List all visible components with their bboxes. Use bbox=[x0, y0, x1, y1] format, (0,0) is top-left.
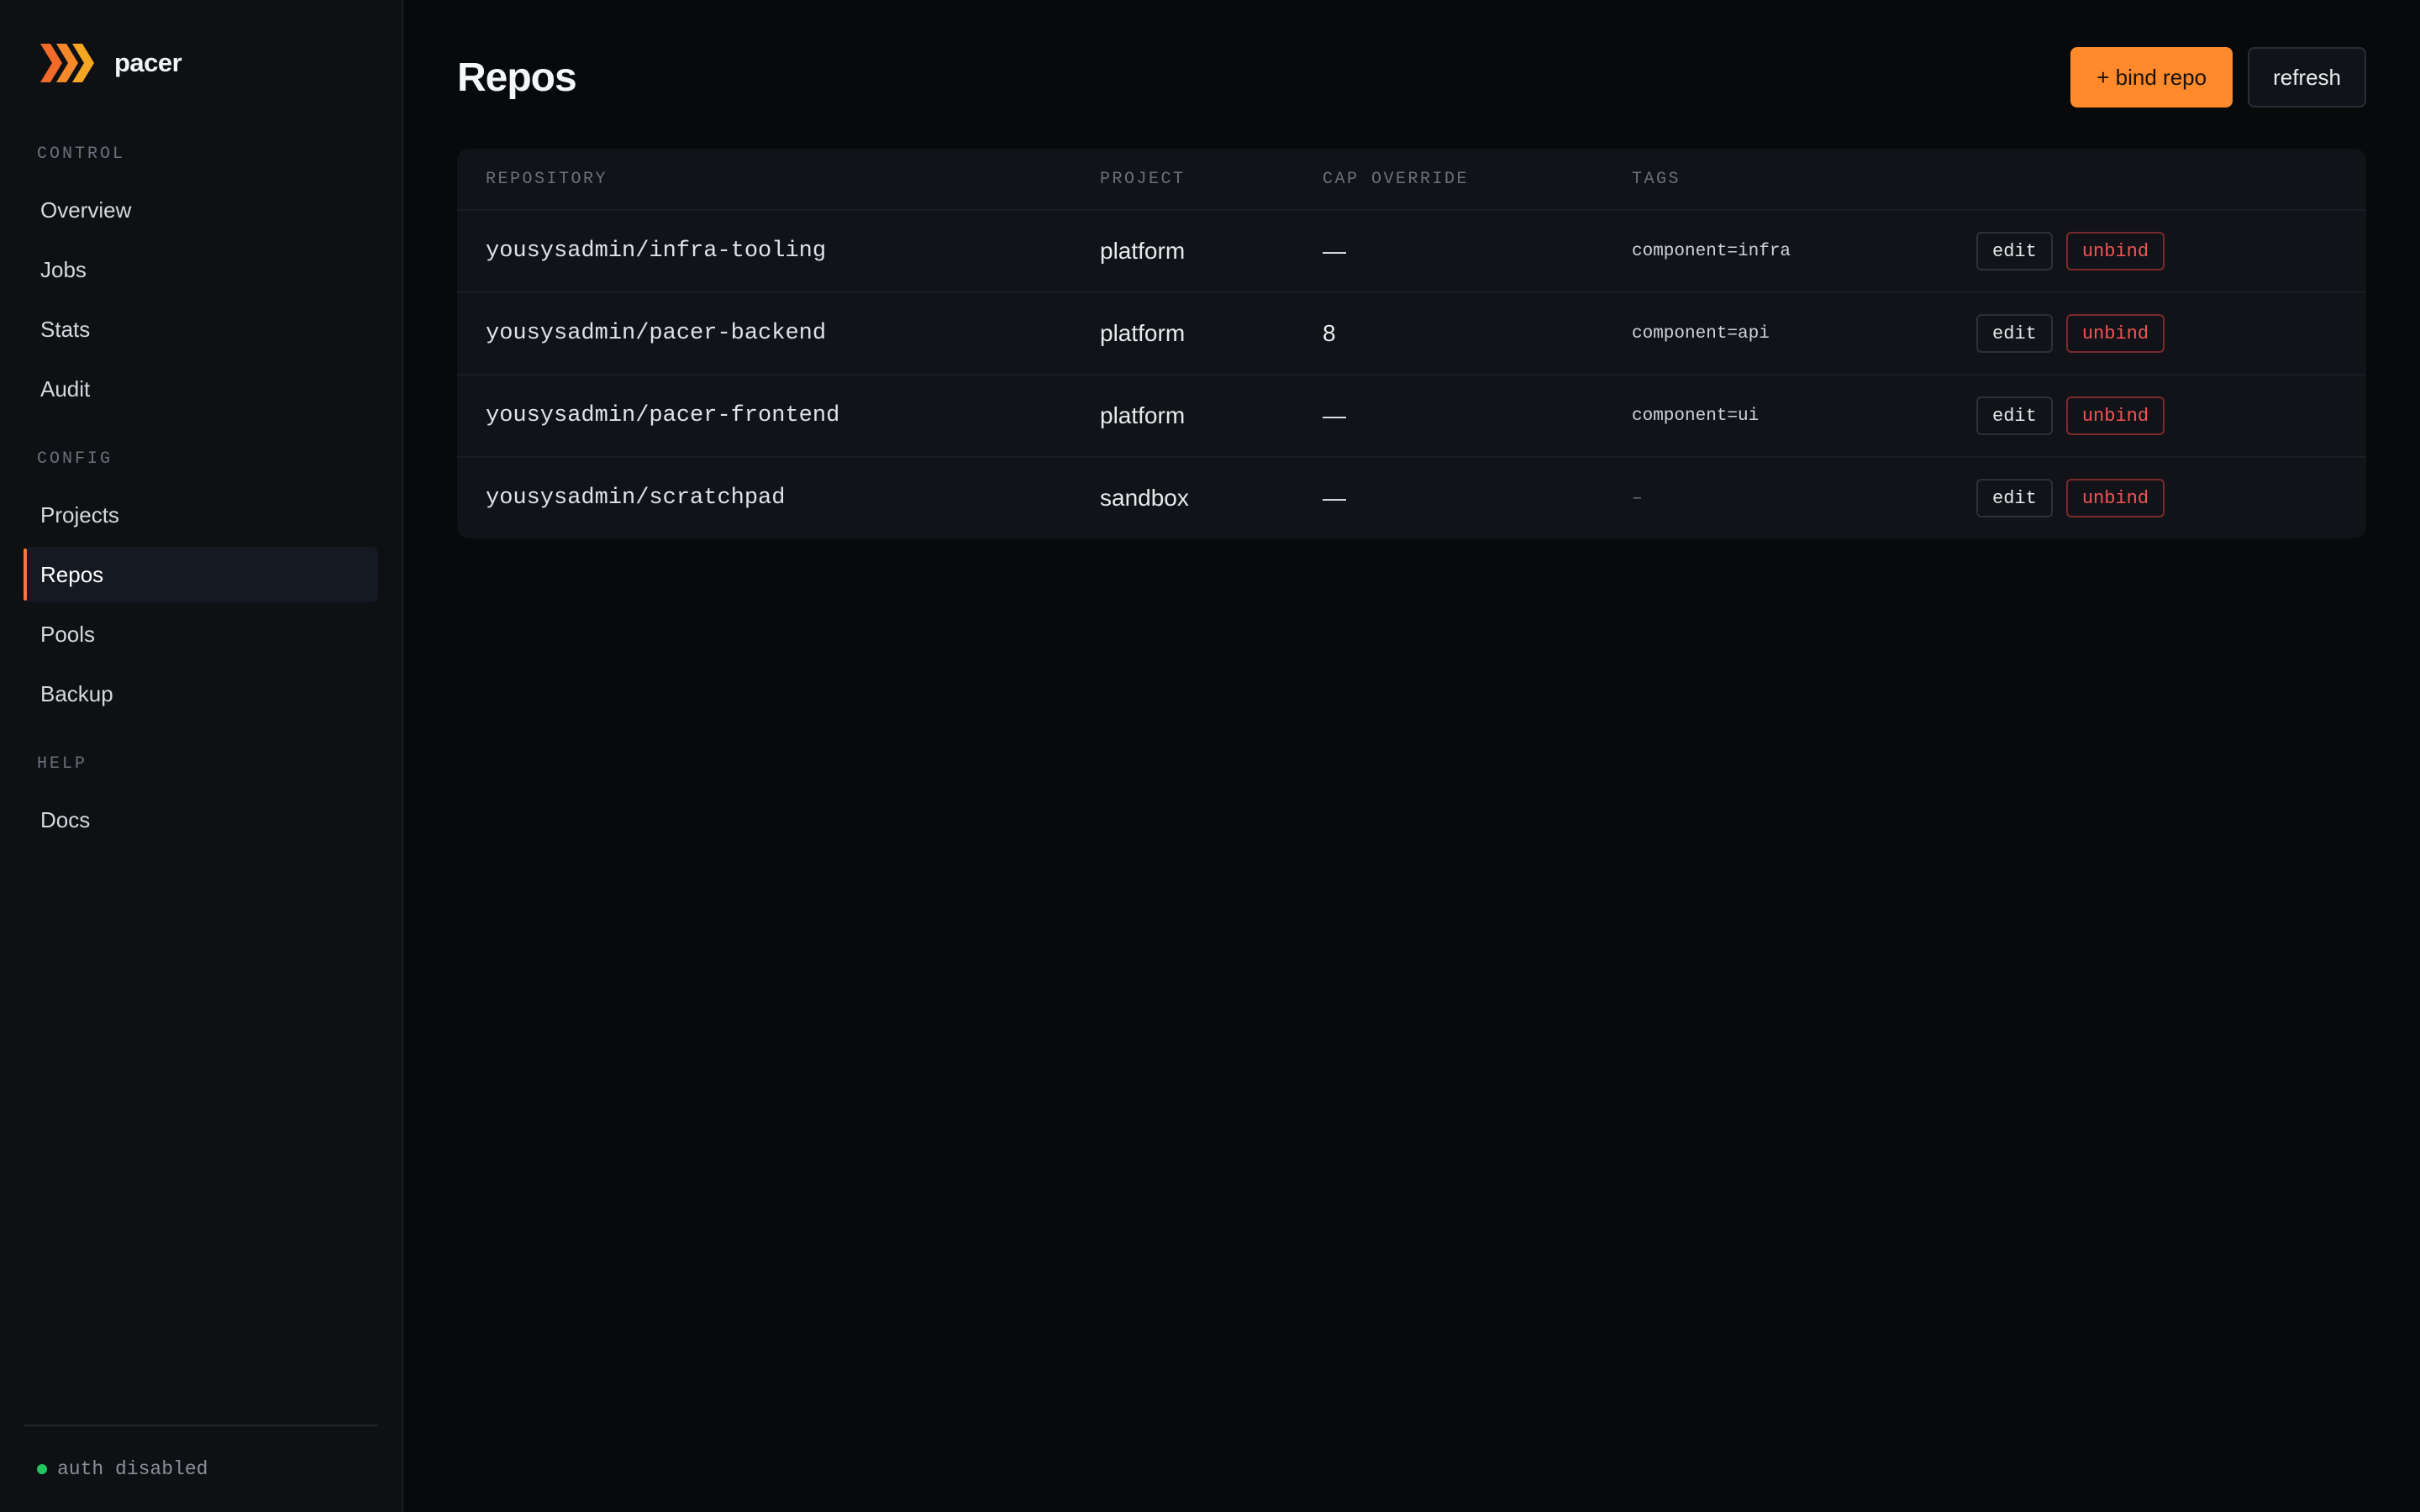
sidebar-item-projects[interactable]: Projects bbox=[24, 487, 378, 543]
repo-project: platform bbox=[1100, 320, 1186, 346]
table-row: yousysadmin/scratchpad sandbox — – edit … bbox=[457, 456, 2366, 538]
edit-button[interactable]: edit bbox=[1976, 232, 2053, 270]
header-actions: + bind repo refresh bbox=[2070, 47, 2366, 108]
sidebar-item-pools[interactable]: Pools bbox=[24, 606, 378, 662]
unbind-button[interactable]: unbind bbox=[2065, 396, 2165, 435]
refresh-button[interactable]: refresh bbox=[2248, 47, 2366, 108]
sidebar-item-backup[interactable]: Backup bbox=[24, 666, 378, 722]
auth-status: auth disabled bbox=[57, 1458, 208, 1480]
repo-tags: component=ui bbox=[1632, 406, 1760, 426]
brand[interactable]: pacer bbox=[24, 31, 378, 95]
sidebar: pacer CONTROL Overview Jobs Stats Audit … bbox=[0, 0, 403, 1512]
section-label-config: CONFIG bbox=[37, 449, 113, 469]
nav-section-control: CONTROL Overview Jobs Stats Audit bbox=[24, 142, 378, 417]
header-tags: TAGS bbox=[1632, 169, 1681, 189]
brand-name: pacer bbox=[114, 48, 182, 77]
status-dot-icon bbox=[37, 1464, 47, 1474]
section-label-help: HELP bbox=[37, 754, 88, 774]
repo-project: sandbox bbox=[1100, 485, 1189, 511]
repo-name: yousysadmin/pacer-frontend bbox=[486, 403, 840, 428]
unbind-button[interactable]: unbind bbox=[2065, 314, 2165, 353]
edit-button[interactable]: edit bbox=[1976, 314, 2053, 353]
repo-name: yousysadmin/scratchpad bbox=[486, 486, 786, 511]
repo-name: yousysadmin/infra-tooling bbox=[486, 239, 827, 264]
repo-project: platform bbox=[1100, 238, 1186, 264]
sidebar-footer: auth disabled bbox=[24, 1425, 378, 1512]
nav-section-config: CONFIG Projects Repos Pools Backup bbox=[24, 447, 378, 722]
row-actions: edit unbind bbox=[1976, 479, 2165, 517]
header-cap-override: CAP OVERRIDE bbox=[1323, 169, 1470, 189]
sidebar-item-jobs[interactable]: Jobs bbox=[24, 242, 378, 297]
repo-cap-override: 8 bbox=[1323, 320, 1336, 346]
bind-repo-button[interactable]: + bind repo bbox=[2070, 47, 2233, 108]
row-actions: edit unbind bbox=[1976, 314, 2165, 353]
sidebar-item-overview[interactable]: Overview bbox=[24, 182, 378, 238]
repo-tags: – bbox=[1632, 488, 1643, 508]
repos-table: REPOSITORY PROJECT CAP OVERRIDE TAGS you… bbox=[457, 149, 2366, 538]
section-label-control: CONTROL bbox=[37, 144, 126, 164]
header-project: PROJECT bbox=[1100, 169, 1186, 189]
row-actions: edit unbind bbox=[1976, 232, 2165, 270]
page-header: Repos + bind repo refresh bbox=[457, 46, 2366, 108]
sidebar-item-repos[interactable]: Repos bbox=[24, 547, 378, 602]
repo-name: yousysadmin/pacer-backend bbox=[486, 321, 827, 346]
repo-tags: component=infra bbox=[1632, 241, 1791, 261]
sidebar-item-audit[interactable]: Audit bbox=[24, 361, 378, 417]
table-row: yousysadmin/pacer-frontend platform — co… bbox=[457, 374, 2366, 456]
row-actions: edit unbind bbox=[1976, 396, 2165, 435]
repo-cap-override: — bbox=[1323, 485, 1346, 511]
edit-button[interactable]: edit bbox=[1976, 479, 2053, 517]
page-title: Repos bbox=[457, 55, 577, 100]
repo-tags: component=api bbox=[1632, 323, 1770, 344]
repo-project: platform bbox=[1100, 402, 1186, 428]
unbind-button[interactable]: unbind bbox=[2065, 479, 2165, 517]
nav-section-help: HELP Docs bbox=[24, 752, 378, 848]
repo-cap-override: — bbox=[1323, 238, 1346, 264]
edit-button[interactable]: edit bbox=[1976, 396, 2053, 435]
unbind-button[interactable]: unbind bbox=[2065, 232, 2165, 270]
table-row: yousysadmin/infra-tooling platform — com… bbox=[457, 209, 2366, 291]
repo-cap-override: — bbox=[1323, 402, 1346, 428]
sidebar-item-stats[interactable]: Stats bbox=[24, 302, 378, 357]
table-row: yousysadmin/pacer-backend platform 8 com… bbox=[457, 291, 2366, 374]
pacer-logo-icon bbox=[40, 44, 94, 82]
header-repository: REPOSITORY bbox=[486, 169, 608, 189]
main-content: Repos + bind repo refresh REPOSITORY PRO… bbox=[403, 0, 2420, 1512]
table-header-row: REPOSITORY PROJECT CAP OVERRIDE TAGS bbox=[457, 149, 2366, 209]
app-root: pacer CONTROL Overview Jobs Stats Audit … bbox=[0, 0, 2420, 1512]
sidebar-item-docs[interactable]: Docs bbox=[24, 792, 378, 848]
